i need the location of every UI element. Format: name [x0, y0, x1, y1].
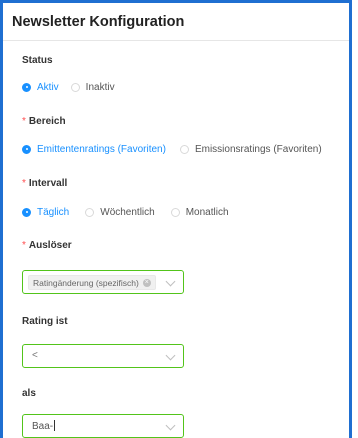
select-value: < [32, 350, 38, 361]
intervall-radio-group: Täglich Wöchentlich Monatlich [22, 205, 241, 219]
bereich-radio-group: Emittentenratings (Favoriten) Emissionsr… [22, 142, 334, 156]
chevron-down-icon [165, 420, 176, 431]
status-label: Status [22, 55, 53, 66]
radio-checked-icon [22, 207, 31, 217]
radio-checked-icon [22, 82, 31, 92]
radio-status-aktiv[interactable]: Aktiv [22, 82, 59, 93]
rating-ist-label: Rating ist [22, 316, 68, 327]
chevron-down-icon [165, 276, 176, 287]
radio-unchecked-icon [70, 82, 80, 92]
required-asterisk: * [22, 240, 26, 251]
radio-unchecked-icon [170, 207, 180, 217]
chevron-down-icon [165, 350, 176, 361]
als-label: als [22, 388, 36, 399]
page-title: Newsletter Konfiguration [12, 14, 185, 30]
panel-header: Newsletter Konfiguration [3, 0, 349, 41]
rating-value-select[interactable]: Baa- [22, 414, 184, 438]
bereich-label: * Bereich [22, 116, 66, 127]
selected-tag: Ratingänderung (spezifisch) × [28, 275, 156, 290]
radio-bereich-emissionsratings[interactable]: Emissionsratings (Favoriten) [179, 144, 322, 155]
radio-status-inaktiv[interactable]: Inaktiv [70, 82, 115, 93]
radio-intervall-monatlich[interactable]: Monatlich [170, 207, 229, 218]
tag-close-icon[interactable]: × [142, 278, 151, 287]
radio-checked-icon [22, 144, 31, 154]
required-asterisk: * [22, 116, 26, 127]
ausloeser-label: * Auslöser [22, 240, 72, 251]
intervall-label: * Intervall [22, 178, 68, 189]
select-value: Baa- [32, 420, 56, 432]
radio-unchecked-icon [179, 144, 189, 154]
radio-intervall-taeglich[interactable]: Täglich [22, 207, 69, 218]
text-cursor [54, 420, 56, 431]
radio-unchecked-icon [85, 207, 95, 217]
radio-bereich-emittentenratings[interactable]: Emittentenratings (Favoriten) [22, 144, 166, 155]
config-panel: Newsletter Konfiguration Status Aktiv In… [0, 0, 352, 438]
status-radio-group: Aktiv Inaktiv [22, 80, 127, 94]
ausloeser-multiselect[interactable]: Ratingänderung (spezifisch) × [22, 270, 184, 294]
required-asterisk: * [22, 178, 26, 189]
radio-intervall-woechentlich[interactable]: Wöchentlich [85, 207, 155, 218]
rating-comparator-select[interactable]: < [22, 344, 184, 368]
